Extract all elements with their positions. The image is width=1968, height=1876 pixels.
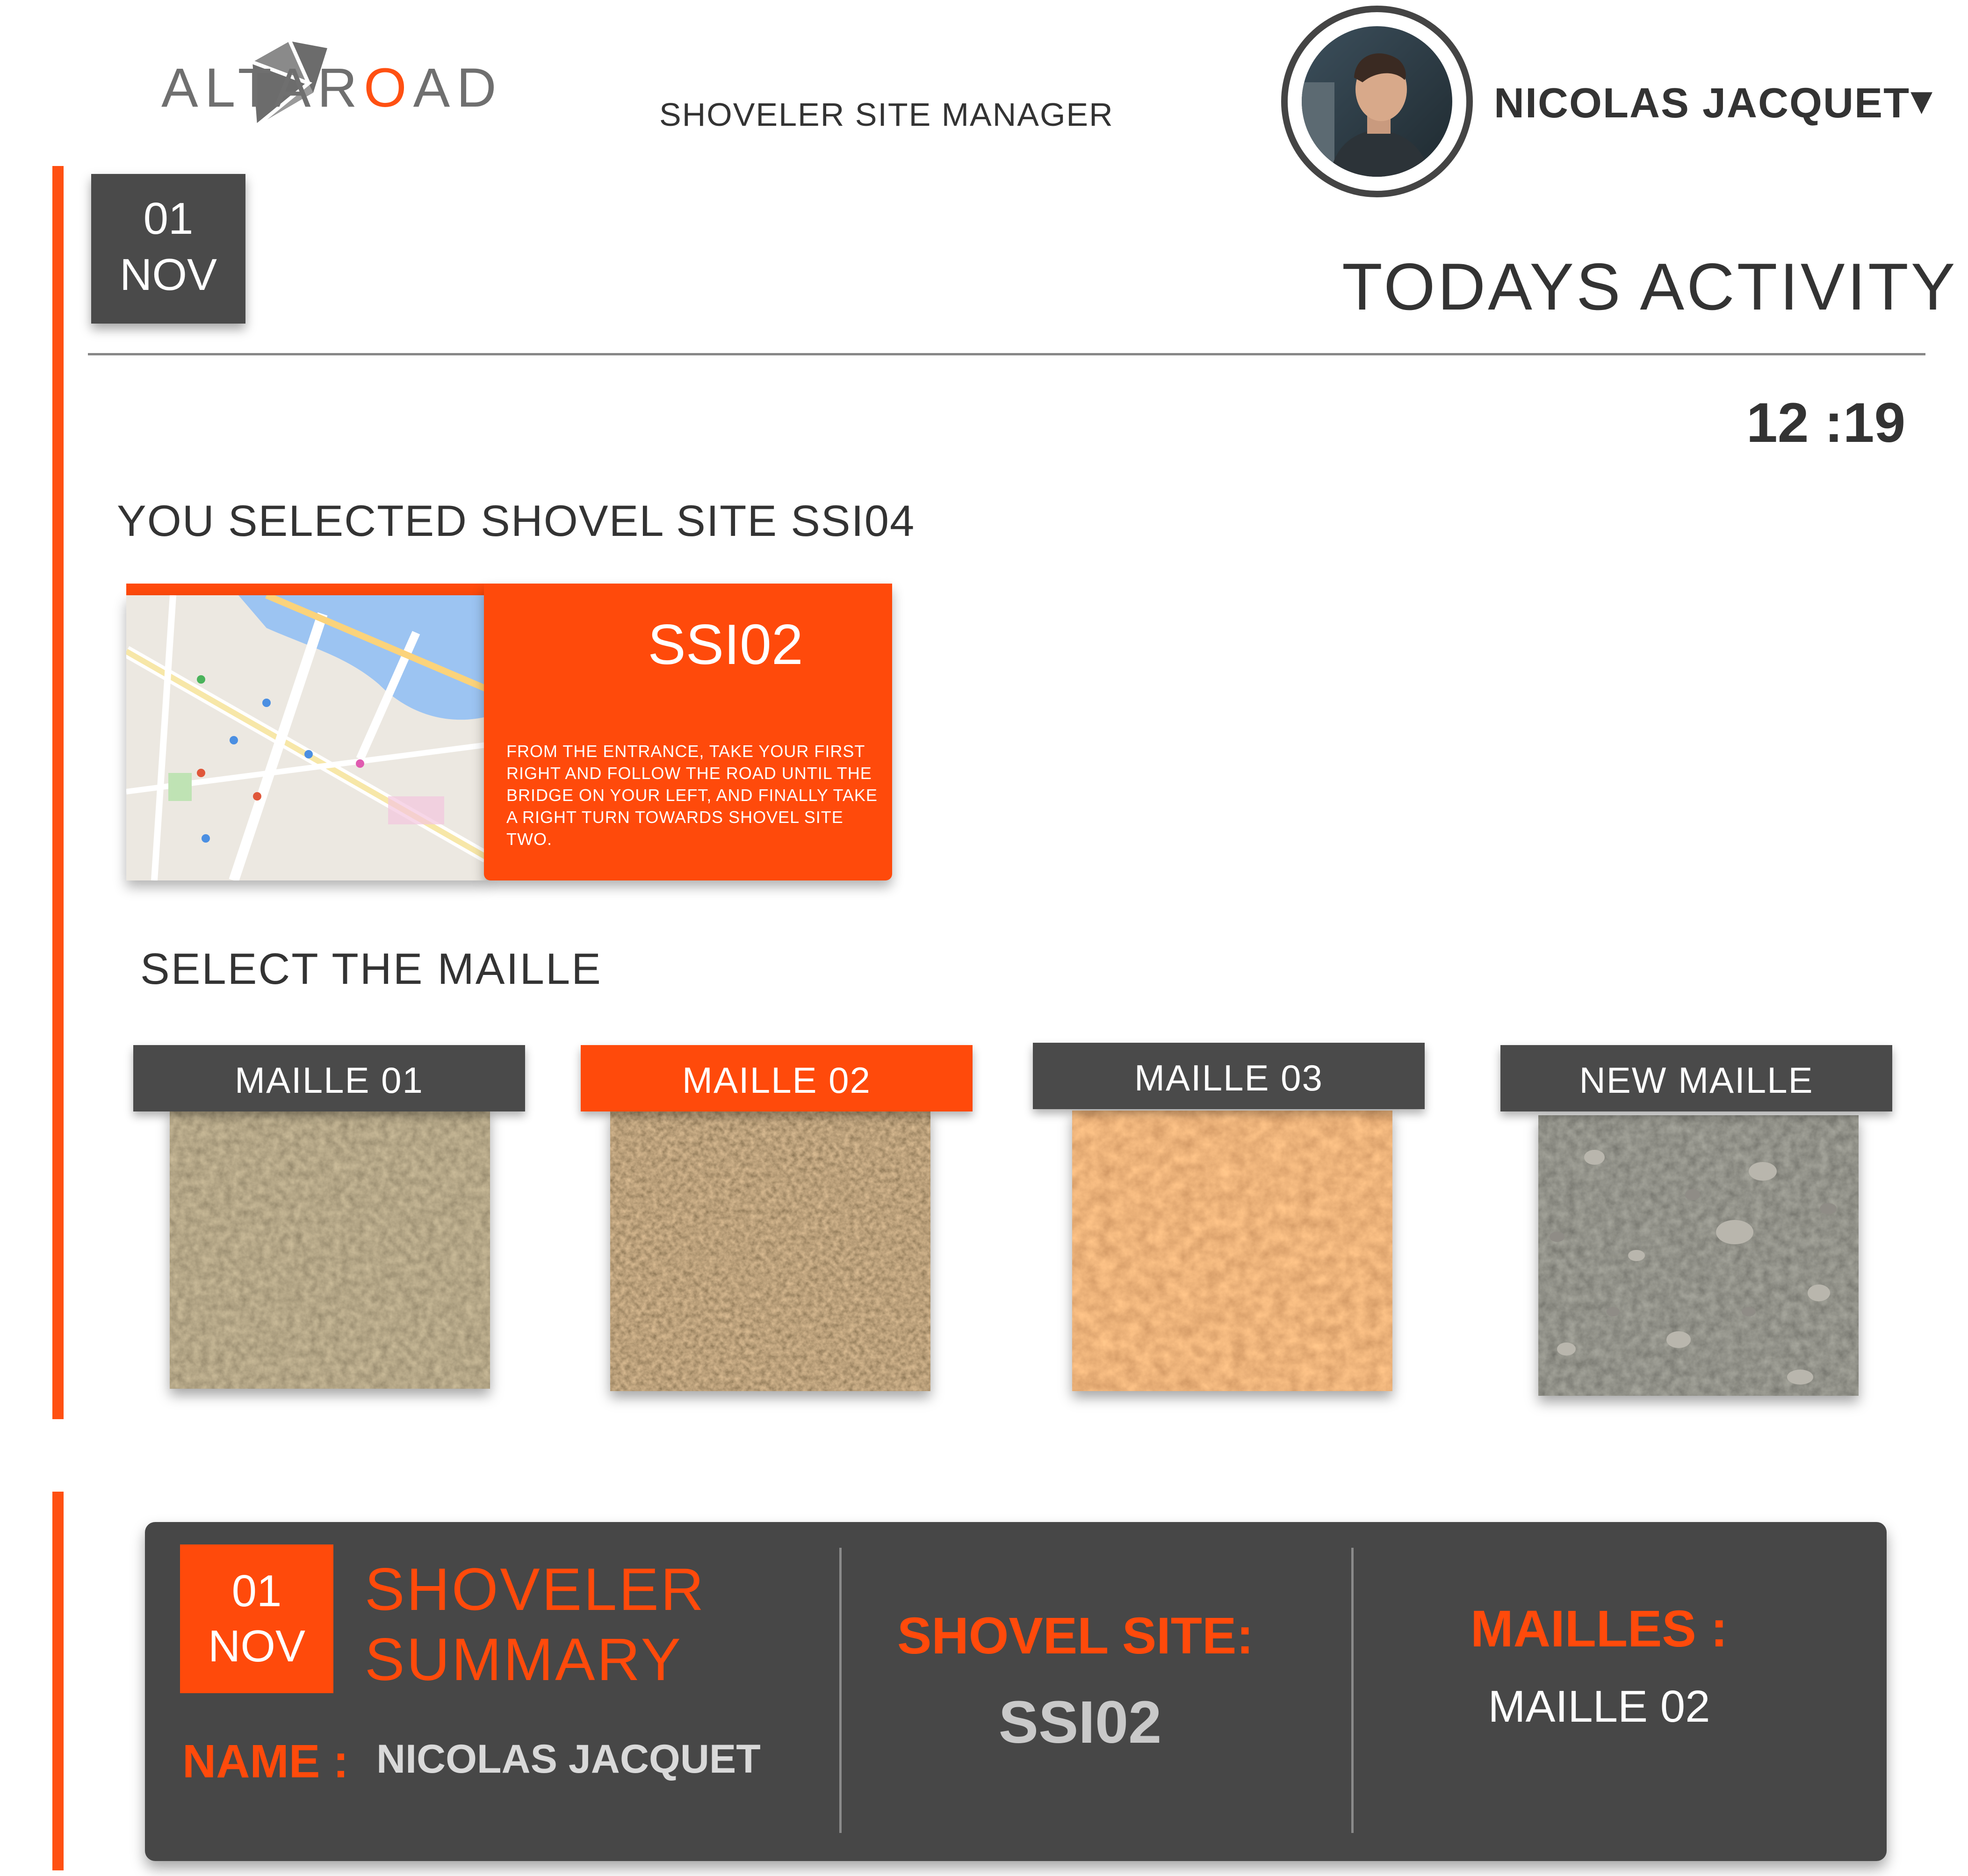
maille-01-image[interactable] <box>170 1108 490 1389</box>
summary-date-day: 01 <box>231 1566 282 1616</box>
new-maille-image[interactable] <box>1538 1115 1859 1396</box>
caret-down-icon[interactable]: ▼ <box>1903 79 1940 123</box>
site-card[interactable]: SSI02 FROM THE ENTRANCE, TAKE YOUR FIRST… <box>126 584 892 880</box>
site-code: SSI02 <box>648 613 803 676</box>
clock-time: 12 :19 <box>1746 391 1906 454</box>
soil-texture-image <box>610 1111 930 1391</box>
summary-date-month: NOV <box>208 1621 306 1671</box>
app-title: SHOVELER SITE MANAGER <box>659 96 1114 133</box>
summary-mailles-label: MAILLES : <box>1471 1600 1728 1658</box>
site-info-panel: SSI02 FROM THE ENTRANCE, TAKE YOUR FIRST… <box>484 584 892 880</box>
clay-texture-image <box>1072 1111 1392 1391</box>
summary-name-label: NAME : <box>182 1735 349 1788</box>
select-maille-heading: SELECT THE MAILLE <box>140 944 602 993</box>
date-month: NOV <box>119 250 217 300</box>
user-menu-name[interactable]: NICOLAS JACQUET <box>1494 79 1910 128</box>
maille-03-image[interactable] <box>1072 1111 1392 1391</box>
avatar[interactable] <box>1281 6 1473 197</box>
gravel-texture-image <box>1538 1115 1859 1396</box>
summary-site-value: SSI02 <box>998 1689 1162 1756</box>
shoveler-summary-panel: 01 NOV SHOVELER SUMMARY NAME : NICOLAS J… <box>145 1522 1887 1861</box>
maille-tab-03[interactable]: MAILLE 03 <box>1033 1043 1425 1109</box>
maille-tab-02[interactable]: MAILLE 02 <box>581 1045 973 1111</box>
selected-site-heading: YOU SELECTED SHOVEL SITE SSI04 <box>117 496 916 545</box>
summary-mailles-value: MAILLE 02 <box>1488 1681 1710 1732</box>
new-maille-tab[interactable]: NEW MAILLE <box>1500 1045 1892 1111</box>
site-map[interactable] <box>126 595 486 880</box>
map-image <box>126 595 486 880</box>
brand-accent-letter: O <box>363 57 413 119</box>
brand-wordmark[interactable]: ALTAROAD <box>161 56 503 120</box>
maille-tab-01[interactable]: MAILLE 01 <box>133 1045 525 1111</box>
summary-title: SHOVELER SUMMARY <box>365 1555 706 1695</box>
section-accent-bar <box>52 1492 64 1870</box>
summary-divider <box>1351 1548 1354 1833</box>
summary-name-value: NICOLAS JACQUET <box>376 1737 761 1782</box>
user-photo <box>1302 26 1452 177</box>
page-title: TODAYS ACTIVITY <box>1342 250 1958 324</box>
section-accent-bar <box>52 166 64 1419</box>
soil-texture-image <box>170 1108 490 1389</box>
summary-site-label: SHOVEL SITE: <box>897 1607 1254 1665</box>
date-day: 01 <box>143 194 194 244</box>
summary-title-line2: SUMMARY <box>365 1626 683 1693</box>
date-badge: 01 NOV <box>91 174 245 324</box>
header-divider <box>88 353 1925 355</box>
summary-date-badge: 01 NOV <box>180 1544 333 1693</box>
maille-02-image[interactable] <box>610 1111 930 1391</box>
summary-title-line1: SHOVELER <box>365 1556 706 1623</box>
site-directions: FROM THE ENTRANCE, TAKE YOUR FIRST RIGHT… <box>506 742 878 849</box>
